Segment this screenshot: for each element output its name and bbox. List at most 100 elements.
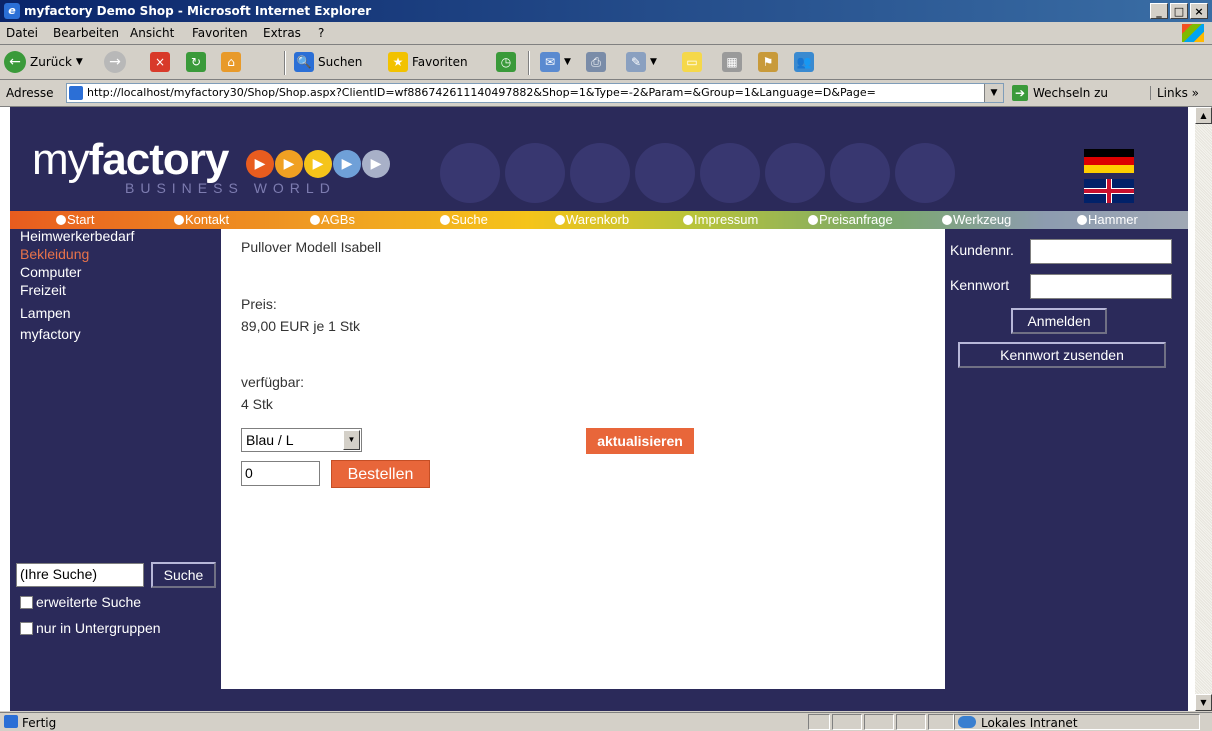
- category-heimwerkerbedarf[interactable]: Heimwerkerbedarf: [20, 228, 134, 244]
- search-input[interactable]: (Ihre Suche): [16, 563, 144, 587]
- nav-agbs[interactable]: AGBs: [310, 212, 355, 227]
- variant-value: Blau / L: [246, 432, 294, 448]
- extended-search-checkbox[interactable]: erweiterte Suche: [20, 594, 141, 610]
- zone-text: Lokales Intranet: [981, 716, 1078, 730]
- checkbox-box[interactable]: [20, 621, 33, 635]
- menu-ansicht[interactable]: Ansicht: [130, 26, 174, 40]
- links-chevron-icon: »: [1191, 86, 1199, 100]
- nav-start[interactable]: Start: [56, 212, 94, 227]
- page-done-icon: [4, 715, 18, 728]
- toolbar-separator: [528, 51, 530, 75]
- go-arrow-icon: ➔: [1012, 85, 1028, 101]
- category-lampen[interactable]: Lampen: [20, 305, 71, 321]
- order-button[interactable]: Bestellen: [331, 460, 430, 488]
- variant-select[interactable]: Blau / L ▼: [241, 428, 362, 452]
- logo-subtitle: BUSINESS WORLD: [125, 180, 336, 196]
- maximize-button[interactable]: □: [1170, 3, 1188, 19]
- browser-toolbar: ← Zurück ▼ → × ↻ ⌂ 🔍 Suchen ★ Favoriten …: [0, 45, 1212, 80]
- subgroups-checkbox[interactable]: nur in Untergruppen: [20, 620, 161, 636]
- home-button[interactable]: ⌂: [221, 50, 241, 74]
- price-value: 89,00 EUR je 1 Stk: [241, 318, 361, 334]
- play-icon: ▶: [275, 150, 303, 178]
- back-button[interactable]: ← Zurück ▼: [4, 50, 83, 74]
- product-name: Pullover Modell Isabell: [241, 239, 382, 255]
- subgroups-label: nur in Untergruppen: [36, 620, 161, 636]
- menu-favoriten[interactable]: Favoriten: [192, 26, 248, 40]
- category-computer[interactable]: Computer: [20, 264, 81, 280]
- window-titlebar: e myfactory Demo Shop - Microsoft Intern…: [0, 0, 1212, 22]
- note-button[interactable]: ▭: [682, 50, 702, 74]
- shop-page: myfactory BUSINESS WORLD ▶ ▶ ▶ ▶ ▶ Start…: [10, 107, 1188, 711]
- back-arrow-icon: ←: [4, 51, 26, 73]
- search-toolbar-button[interactable]: 🔍 Suchen: [294, 50, 362, 74]
- favorites-button[interactable]: ★ Favoriten: [388, 50, 468, 74]
- password-input[interactable]: [1030, 274, 1172, 299]
- nav-suche[interactable]: Suche: [440, 212, 488, 227]
- login-button[interactable]: Anmelden: [1011, 308, 1107, 334]
- nav-impressum[interactable]: Impressum: [683, 212, 758, 227]
- header-decoration: [635, 143, 695, 203]
- send-password-button[interactable]: Kennwort zusenden: [958, 342, 1166, 368]
- menu-bearbeiten[interactable]: Bearbeiten: [53, 26, 119, 40]
- shop-logo[interactable]: myfactory: [32, 135, 229, 185]
- mail-dropdown-icon: ▼: [564, 57, 571, 67]
- german-flag-icon[interactable]: [1084, 149, 1134, 173]
- scroll-down-icon[interactable]: ▼: [1195, 694, 1212, 711]
- address-dropdown-icon[interactable]: ▼: [984, 84, 1003, 102]
- forward-arrow-icon: →: [104, 51, 126, 73]
- availability-label: verfügbar:: [241, 374, 305, 390]
- nav-kontakt[interactable]: Kontakt: [174, 212, 229, 227]
- nav-werkzeug[interactable]: Werkzeug: [942, 212, 1011, 227]
- menu-bar: Datei Bearbeiten Ansicht Favoriten Extra…: [0, 22, 1212, 45]
- category-myfactory[interactable]: myfactory: [20, 326, 81, 342]
- play-icon: ▶: [333, 150, 361, 178]
- address-url: http://localhost/myfactory30/Shop/Shop.a…: [87, 86, 876, 99]
- go-button[interactable]: ➔ Wechseln zu: [1012, 85, 1108, 101]
- minimize-button[interactable]: _: [1150, 3, 1168, 19]
- status-panel: [832, 714, 862, 730]
- header-decoration: [505, 143, 565, 203]
- address-input[interactable]: http://localhost/myfactory30/Shop/Shop.a…: [66, 83, 1004, 103]
- quantity-input[interactable]: 0: [241, 461, 320, 486]
- play-icon: ▶: [304, 150, 332, 178]
- links-button[interactable]: Links »: [1150, 86, 1199, 100]
- update-button[interactable]: aktualisieren: [586, 428, 694, 454]
- browser-viewport: myfactory BUSINESS WORLD ▶ ▶ ▶ ▶ ▶ Start…: [0, 107, 1212, 711]
- messenger-button[interactable]: ▦: [722, 50, 742, 74]
- menu-datei[interactable]: Datei: [6, 26, 38, 40]
- close-button[interactable]: ×: [1190, 3, 1208, 19]
- search-button[interactable]: Suche: [151, 562, 216, 588]
- nav-hammer[interactable]: Hammer: [1077, 212, 1138, 227]
- menu-extras[interactable]: Extras: [263, 26, 301, 40]
- uk-flag-icon[interactable]: [1084, 179, 1134, 203]
- category-bekleidung[interactable]: Bekleidung: [20, 246, 89, 262]
- menu-help[interactable]: ?: [318, 26, 324, 40]
- logo-thin-text: my: [32, 135, 90, 184]
- research-icon: ⚑: [758, 52, 778, 72]
- home-icon: ⌂: [221, 52, 241, 72]
- forward-button[interactable]: →: [104, 50, 126, 74]
- nav-warenkorb[interactable]: Warenkorb: [555, 212, 629, 227]
- history-button[interactable]: ◷: [496, 50, 516, 74]
- nav-preisanfrage[interactable]: Preisanfrage: [808, 212, 893, 227]
- research-button[interactable]: ⚑: [758, 50, 778, 74]
- history-icon: ◷: [496, 52, 516, 72]
- address-label: Adresse: [6, 86, 54, 100]
- category-freizeit[interactable]: Freizeit: [20, 282, 66, 298]
- chevron-down-icon[interactable]: ▼: [343, 430, 360, 450]
- status-bar: Fertig Lokales Intranet: [0, 712, 1212, 731]
- customer-number-input[interactable]: [1030, 239, 1172, 264]
- stop-button[interactable]: ×: [150, 50, 170, 74]
- ie-logo-icon: e: [4, 3, 20, 19]
- edit-dropdown-icon: ▼: [650, 57, 657, 67]
- print-button[interactable]: ⎙: [586, 50, 606, 74]
- edit-icon: ✎: [626, 52, 646, 72]
- refresh-button[interactable]: ↻: [186, 50, 206, 74]
- people-button[interactable]: 👥: [794, 50, 814, 74]
- scroll-up-icon[interactable]: ▲: [1195, 107, 1212, 124]
- mail-button[interactable]: ✉ ▼: [540, 50, 571, 74]
- people-icon: 👥: [794, 52, 814, 72]
- edit-button[interactable]: ✎ ▼: [626, 50, 657, 74]
- checkbox-box[interactable]: [20, 595, 33, 609]
- vertical-scrollbar[interactable]: ▲ ▼: [1195, 107, 1212, 711]
